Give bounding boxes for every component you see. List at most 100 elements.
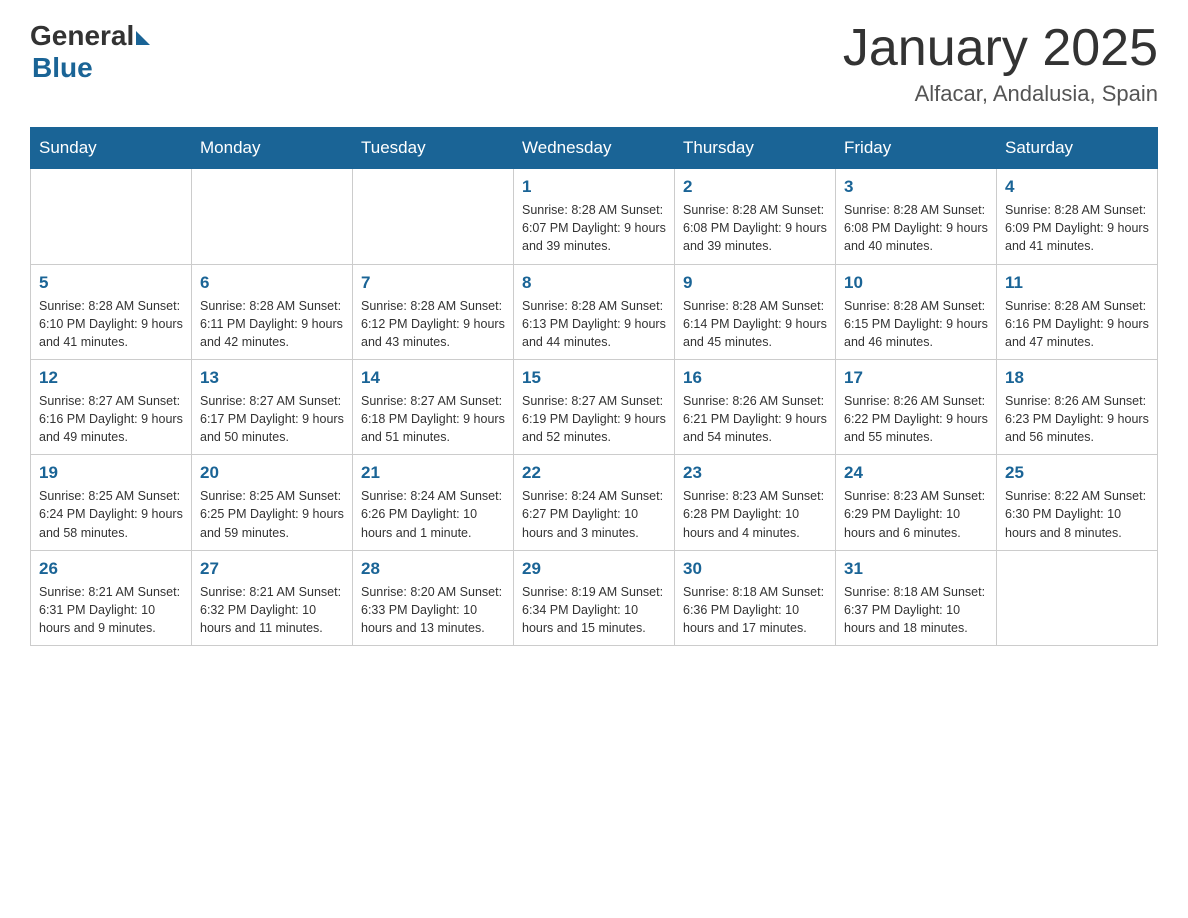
day-info: Sunrise: 8:21 AM Sunset: 6:31 PM Dayligh…	[39, 583, 183, 637]
day-info: Sunrise: 8:26 AM Sunset: 6:23 PM Dayligh…	[1005, 392, 1149, 446]
day-number: 5	[39, 273, 183, 293]
calendar-cell: 17Sunrise: 8:26 AM Sunset: 6:22 PM Dayli…	[836, 359, 997, 454]
day-info: Sunrise: 8:28 AM Sunset: 6:08 PM Dayligh…	[844, 201, 988, 255]
day-number: 19	[39, 463, 183, 483]
day-number: 9	[683, 273, 827, 293]
calendar-cell: 20 Sunrise: 8:25 AM Sunset: 6:25 PM Dayli…	[192, 455, 353, 550]
location-title: Alfacar, Andalusia, Spain	[843, 81, 1158, 107]
day-number: 10	[844, 273, 988, 293]
calendar-cell: 3 Sunrise: 8:28 AM Sunset: 6:08 PM Daylig…	[836, 169, 997, 264]
month-title: January 2025	[843, 20, 1158, 77]
calendar-week-row: 12 Sunrise: 8:27 AM Sunset: 6:16 PM Dayli…	[31, 359, 1158, 454]
day-number: 13	[200, 368, 344, 388]
day-number: 26	[39, 559, 183, 579]
calendar-cell: 1 Sunrise: 8:28 AM Sunset: 6:07 PM Daylig…	[514, 169, 675, 264]
day-info: Sunrise: 8:26 AM Sunset: 6:21 PM Dayligh…	[683, 392, 827, 446]
calendar-cell	[31, 169, 192, 264]
calendar-week-row: 1 Sunrise: 8:28 AM Sunset: 6:07 PM Daylig…	[31, 169, 1158, 264]
calendar-cell: 21 Sunrise: 8:24 AM Sunset: 6:26 PM Dayli…	[353, 455, 514, 550]
day-number: 2	[683, 177, 827, 197]
day-number: 23	[683, 463, 827, 483]
day-info: Sunrise: 8:23 AM Sunset: 6:28 PM Dayligh…	[683, 487, 827, 541]
day-info: Sunrise: 8:23 AM Sunset: 6:29 PM Dayligh…	[844, 487, 988, 541]
day-info: Sunrise: 8:19 AM Sunset: 6:34 PM Dayligh…	[522, 583, 666, 637]
calendar-cell: 29Sunrise: 8:19 AM Sunset: 6:34 PM Dayli…	[514, 550, 675, 645]
calendar-cell: 22Sunrise: 8:24 AM Sunset: 6:27 PM Dayli…	[514, 455, 675, 550]
calendar-cell: 2 Sunrise: 8:28 AM Sunset: 6:08 PM Daylig…	[675, 169, 836, 264]
page-header: General Blue January 2025 Alfacar, Andal…	[30, 20, 1158, 107]
day-number: 28	[361, 559, 505, 579]
day-number: 20	[200, 463, 344, 483]
day-number: 7	[361, 273, 505, 293]
calendar-cell: 18 Sunrise: 8:26 AM Sunset: 6:23 PM Dayli…	[997, 359, 1158, 454]
calendar-cell: 13Sunrise: 8:27 AM Sunset: 6:17 PM Dayli…	[192, 359, 353, 454]
calendar-table: SundayMondayTuesdayWednesdayThursdayFrid…	[30, 127, 1158, 646]
day-info: Sunrise: 8:28 AM Sunset: 6:08 PM Dayligh…	[683, 201, 827, 255]
day-number: 21	[361, 463, 505, 483]
calendar-header-wednesday: Wednesday	[514, 128, 675, 169]
day-info: Sunrise: 8:22 AM Sunset: 6:30 PM Dayligh…	[1005, 487, 1149, 541]
calendar-header-row: SundayMondayTuesdayWednesdayThursdayFrid…	[31, 128, 1158, 169]
day-info: Sunrise: 8:18 AM Sunset: 6:37 PM Dayligh…	[844, 583, 988, 637]
calendar-cell: 16 Sunrise: 8:26 AM Sunset: 6:21 PM Dayli…	[675, 359, 836, 454]
calendar-header-thursday: Thursday	[675, 128, 836, 169]
calendar-header-sunday: Sunday	[31, 128, 192, 169]
day-info: Sunrise: 8:28 AM Sunset: 6:11 PM Dayligh…	[200, 297, 344, 351]
day-info: Sunrise: 8:28 AM Sunset: 6:16 PM Dayligh…	[1005, 297, 1149, 351]
day-info: Sunrise: 8:27 AM Sunset: 6:19 PM Dayligh…	[522, 392, 666, 446]
calendar-cell	[997, 550, 1158, 645]
calendar-cell: 19 Sunrise: 8:25 AM Sunset: 6:24 PM Dayli…	[31, 455, 192, 550]
day-number: 14	[361, 368, 505, 388]
day-info: Sunrise: 8:25 AM Sunset: 6:24 PM Dayligh…	[39, 487, 183, 541]
day-number: 24	[844, 463, 988, 483]
day-number: 25	[1005, 463, 1149, 483]
day-number: 12	[39, 368, 183, 388]
logo-arrow-icon	[136, 31, 150, 45]
day-number: 3	[844, 177, 988, 197]
calendar-cell: 24 Sunrise: 8:23 AM Sunset: 6:29 PM Dayli…	[836, 455, 997, 550]
title-section: January 2025 Alfacar, Andalusia, Spain	[843, 20, 1158, 107]
calendar-cell	[353, 169, 514, 264]
calendar-header-saturday: Saturday	[997, 128, 1158, 169]
day-number: 1	[522, 177, 666, 197]
calendar-cell: 7Sunrise: 8:28 AM Sunset: 6:12 PM Daylig…	[353, 264, 514, 359]
calendar-week-row: 19 Sunrise: 8:25 AM Sunset: 6:24 PM Dayli…	[31, 455, 1158, 550]
day-info: Sunrise: 8:28 AM Sunset: 6:10 PM Dayligh…	[39, 297, 183, 351]
calendar-header-friday: Friday	[836, 128, 997, 169]
calendar-cell: 11Sunrise: 8:28 AM Sunset: 6:16 PM Dayli…	[997, 264, 1158, 359]
logo-blue-text: Blue	[32, 52, 93, 84]
day-number: 18	[1005, 368, 1149, 388]
day-info: Sunrise: 8:27 AM Sunset: 6:16 PM Dayligh…	[39, 392, 183, 446]
day-info: Sunrise: 8:28 AM Sunset: 6:15 PM Dayligh…	[844, 297, 988, 351]
day-info: Sunrise: 8:25 AM Sunset: 6:25 PM Dayligh…	[200, 487, 344, 541]
calendar-week-row: 26 Sunrise: 8:21 AM Sunset: 6:31 PM Dayli…	[31, 550, 1158, 645]
day-number: 17	[844, 368, 988, 388]
calendar-cell: 6Sunrise: 8:28 AM Sunset: 6:11 PM Daylig…	[192, 264, 353, 359]
day-info: Sunrise: 8:28 AM Sunset: 6:07 PM Dayligh…	[522, 201, 666, 255]
day-number: 15	[522, 368, 666, 388]
calendar-cell: 5 Sunrise: 8:28 AM Sunset: 6:10 PM Daylig…	[31, 264, 192, 359]
day-info: Sunrise: 8:18 AM Sunset: 6:36 PM Dayligh…	[683, 583, 827, 637]
calendar-week-row: 5 Sunrise: 8:28 AM Sunset: 6:10 PM Daylig…	[31, 264, 1158, 359]
calendar-cell: 27Sunrise: 8:21 AM Sunset: 6:32 PM Dayli…	[192, 550, 353, 645]
calendar-cell: 26 Sunrise: 8:21 AM Sunset: 6:31 PM Dayli…	[31, 550, 192, 645]
calendar-cell: 31Sunrise: 8:18 AM Sunset: 6:37 PM Dayli…	[836, 550, 997, 645]
logo: General Blue	[30, 20, 150, 84]
calendar-cell: 15 Sunrise: 8:27 AM Sunset: 6:19 PM Dayli…	[514, 359, 675, 454]
day-number: 16	[683, 368, 827, 388]
calendar-cell: 9 Sunrise: 8:28 AM Sunset: 6:14 PM Daylig…	[675, 264, 836, 359]
calendar-cell: 10 Sunrise: 8:28 AM Sunset: 6:15 PM Dayli…	[836, 264, 997, 359]
calendar-header-tuesday: Tuesday	[353, 128, 514, 169]
day-info: Sunrise: 8:24 AM Sunset: 6:27 PM Dayligh…	[522, 487, 666, 541]
day-number: 30	[683, 559, 827, 579]
calendar-cell: 12 Sunrise: 8:27 AM Sunset: 6:16 PM Dayli…	[31, 359, 192, 454]
calendar-header-monday: Monday	[192, 128, 353, 169]
day-info: Sunrise: 8:28 AM Sunset: 6:09 PM Dayligh…	[1005, 201, 1149, 255]
day-info: Sunrise: 8:28 AM Sunset: 6:14 PM Dayligh…	[683, 297, 827, 351]
calendar-cell: 23 Sunrise: 8:23 AM Sunset: 6:28 PM Dayli…	[675, 455, 836, 550]
day-info: Sunrise: 8:28 AM Sunset: 6:13 PM Dayligh…	[522, 297, 666, 351]
day-info: Sunrise: 8:20 AM Sunset: 6:33 PM Dayligh…	[361, 583, 505, 637]
day-info: Sunrise: 8:24 AM Sunset: 6:26 PM Dayligh…	[361, 487, 505, 541]
day-number: 4	[1005, 177, 1149, 197]
calendar-cell: 8Sunrise: 8:28 AM Sunset: 6:13 PM Daylig…	[514, 264, 675, 359]
